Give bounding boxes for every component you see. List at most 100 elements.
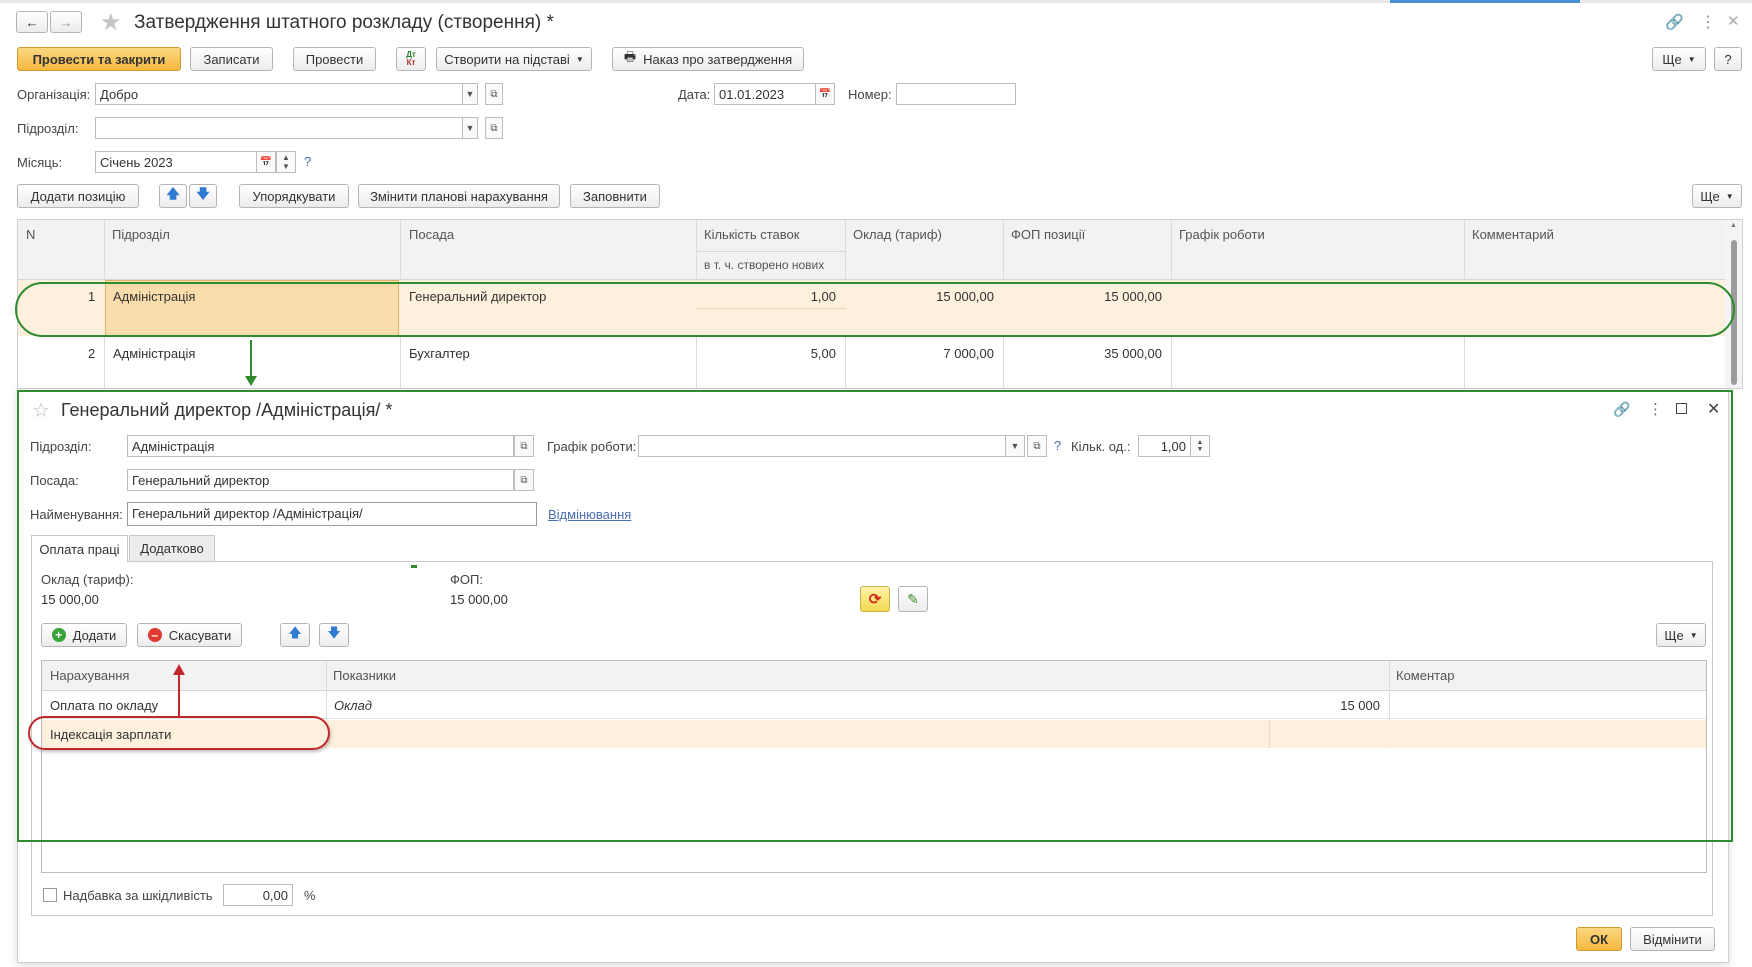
division-label: Підрозділ: (17, 121, 79, 136)
dlg-division-field[interactable]: Адміністрація (127, 435, 514, 457)
accrual-row1-indicator: Оклад (334, 698, 372, 713)
dlg-schedule-field[interactable] (638, 435, 1006, 457)
move-down-button[interactable]: 🡇 (189, 184, 217, 208)
tab-additional[interactable]: Додатково (129, 535, 215, 562)
post-button[interactable]: Провести (293, 47, 376, 71)
close-icon[interactable]: ✕ (1727, 12, 1740, 30)
month-help-icon[interactable]: ? (304, 154, 311, 169)
chevron-down-icon: ▼ (1725, 191, 1734, 201)
sort-button[interactable]: Упорядкувати (239, 184, 349, 208)
recalculate-button[interactable]: ⟳ (860, 586, 890, 612)
hazard-label: Надбавка за шкідливість (63, 888, 213, 903)
dlg-more-button[interactable]: Ще ▼ (1656, 623, 1706, 647)
dialog-menu-icon[interactable]: ⋮ (1648, 400, 1663, 418)
month-calendar[interactable]: 📅 (256, 151, 276, 173)
tab-payment[interactable]: Оплата праці (31, 535, 128, 562)
change-accruals-button[interactable]: Змінити планові нарахування (358, 184, 560, 208)
create-based-button[interactable]: Створити на підставі ▼ (436, 47, 592, 71)
cancel-accrual-button[interactable]: – Скасувати (137, 623, 242, 647)
date-field[interactable]: 01.01.2023 (714, 83, 816, 105)
post-and-close-button[interactable]: Провести та закрити (17, 47, 181, 71)
col-dlg-comment[interactable]: Коментар (1396, 668, 1454, 683)
col-n[interactable]: N (26, 227, 35, 242)
table-more-button[interactable]: Ще ▼ (1692, 184, 1742, 208)
col-rates[interactable]: Кількість ставок (704, 227, 799, 242)
dialog-star-icon[interactable]: ☆ (32, 398, 50, 423)
col-comment[interactable]: Комментарий (1472, 227, 1554, 242)
division-dropdown[interactable]: ▼ (462, 117, 478, 139)
dlg-division-open[interactable]: ⧉ (514, 435, 534, 457)
number-input[interactable] (901, 87, 1011, 102)
ok-button[interactable]: ОК (1576, 927, 1622, 951)
row2-division: Адміністрація (113, 346, 196, 361)
dlg-position-field[interactable]: Генеральний директор (127, 469, 514, 491)
dt-kt-button[interactable]: Дт Кт (396, 47, 426, 71)
table-row[interactable] (42, 691, 1706, 719)
org-open[interactable]: ⧉ (485, 83, 503, 105)
highlight-annotation (15, 282, 1735, 337)
dialog-link-icon[interactable]: 🔗 (1613, 401, 1630, 418)
dlg-move-down-button[interactable]: 🡇 (319, 623, 349, 647)
dlg-schedule-dropdown[interactable]: ▼ (1005, 435, 1025, 457)
window-title: Затвердження штатного розкладу (створенн… (134, 12, 554, 33)
dlg-schedule-open[interactable]: ⧉ (1027, 435, 1047, 457)
col-indicators[interactable]: Показники (333, 668, 396, 683)
dlg-qty-field[interactable]: 1,00 (1138, 435, 1191, 457)
org-field[interactable]: Добро (95, 83, 463, 105)
hazard-field[interactable]: 0,00 (223, 884, 293, 906)
dlg-name-field[interactable]: Генеральний директор /Адміністрація/ (127, 502, 537, 526)
col-schedule[interactable]: Графік роботи (1179, 227, 1265, 242)
col-rates-new[interactable]: в т. ч. створено нових (704, 258, 824, 272)
add-accrual-button[interactable]: + Додати (41, 623, 127, 647)
dialog-close-icon[interactable]: ✕ (1707, 399, 1720, 419)
help-button[interactable]: ? (1714, 47, 1742, 71)
dlg-name-label: Найменування: (30, 507, 123, 522)
arrow-up-icon: 🡅 (166, 186, 180, 201)
more-button[interactable]: Ще ▼ (1652, 47, 1706, 71)
fill-button[interactable]: Заповнити (570, 184, 660, 208)
col-accrual[interactable]: Нарахування (50, 668, 129, 683)
spin-down-icon: ▼ (282, 162, 290, 171)
link-icon[interactable]: 🔗 (1665, 13, 1684, 31)
arrow-down-icon: 🡇 (196, 186, 210, 201)
row2-position: Бухгалтер (409, 346, 470, 361)
debit-credit-icon: Дт Кт (406, 50, 416, 67)
back-button[interactable]: ← (16, 11, 48, 33)
edit-button[interactable]: ✎ (898, 586, 928, 612)
hazard-checkbox[interactable] (43, 888, 57, 902)
order-button[interactable]: 🖶 Наказ про затвердження (612, 47, 804, 71)
refresh-icon: ⟳ (868, 591, 882, 608)
col-fund[interactable]: ФОП позиції (1011, 227, 1085, 242)
division-field[interactable] (95, 117, 463, 139)
month-spinner[interactable]: ▲ ▼ (276, 151, 296, 173)
dlg-qty-spinner[interactable]: ▲ ▼ (1190, 435, 1210, 457)
forward-button[interactable]: → (50, 11, 82, 33)
date-calendar[interactable]: 📅 (815, 83, 835, 105)
month-field[interactable]: Січень 2023 (95, 151, 257, 173)
col-division[interactable]: Підрозділ (112, 227, 170, 242)
open-window-icon: ⧉ (520, 474, 528, 486)
save-button[interactable]: Записати (190, 47, 273, 71)
add-position-button[interactable]: Додати позицію (17, 184, 139, 208)
cancel-dialog-button[interactable]: Відмінити (1630, 927, 1715, 951)
favorite-star-icon[interactable]: ★ (100, 8, 122, 37)
calendar-icon: 📅 (259, 156, 273, 168)
dlg-position-open[interactable]: ⧉ (514, 469, 534, 491)
move-up-button[interactable]: 🡅 (159, 184, 187, 208)
calendar-icon: 📅 (818, 88, 832, 100)
declension-link[interactable]: Відмінювання (548, 507, 631, 522)
arrow-down-icon: 🡇 (327, 625, 341, 640)
dlg-qty-label: Кільк. од.: (1071, 439, 1131, 454)
col-salary[interactable]: Оклад (тариф) (853, 227, 942, 242)
number-field[interactable] (896, 83, 1016, 105)
org-dropdown[interactable]: ▼ (462, 83, 478, 105)
menu-dots-icon[interactable]: ⋮ (1700, 12, 1716, 32)
dlg-schedule-help-icon[interactable]: ? (1054, 438, 1061, 453)
col-position[interactable]: Посада (409, 227, 454, 242)
dlg-move-up-button[interactable]: 🡅 (280, 623, 310, 647)
division-open[interactable]: ⧉ (485, 117, 503, 139)
salary-label: Оклад (тариф): (41, 572, 134, 587)
maximize-icon[interactable] (1676, 403, 1687, 414)
dialog-title: Генеральний директор /Адміністрація/ * (61, 400, 393, 420)
table-row[interactable] (18, 340, 1725, 388)
